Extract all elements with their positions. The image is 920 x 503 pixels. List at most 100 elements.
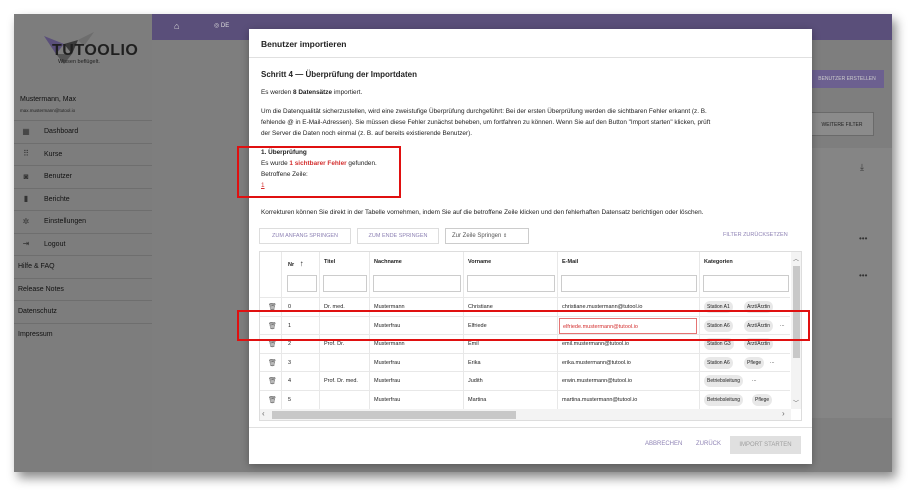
category-chip: Pflege [752,393,773,406]
more-icon[interactable]: ••• [859,271,867,280]
download-icon[interactable]: ⤓ [860,162,864,173]
cell-nachname: Mustermann [374,341,405,347]
highlight-box [237,310,810,341]
intro-line: fehlende @ in E-Mail-Adressen). Sie müss… [261,119,711,126]
sidebar-item-dashboard[interactable]: ▦ Dashboard [14,120,152,143]
trash-icon[interactable]: 🗑 [268,360,277,368]
dashboard-icon: ▦ [22,126,30,136]
highlight-box [237,146,401,198]
jump-to-row-placeholder: Zur Zeile Springen [452,233,502,239]
user-name: Mustermann, Max [20,96,77,103]
filter-input-nr[interactable] [287,275,317,292]
cell-nr: 5 [288,396,292,403]
sidebar-link-impressum[interactable]: Impressum [14,322,152,346]
sidebar-item-label: Einstellungen [44,218,87,226]
reset-filter-button[interactable]: FILTER ZURÜCKSETZEN [723,232,788,238]
cell-titel: Prof. Dr. med. [324,378,358,384]
category-chip: Pflege [744,356,765,369]
header-label: Nr [288,262,295,268]
column-header-email[interactable]: E-Mail [562,259,578,265]
column-header-nr[interactable]: Nr ↑ [288,259,304,268]
spinner-icon: ⇕ [503,233,508,239]
category-chip: Betriebsleitung [704,375,744,387]
correction-hint: Korrekturen können Sie direkt in der Tab… [261,209,704,216]
cell-vorname: Martina [468,396,487,403]
sidebar-item-logout[interactable]: ⇥ Logout [14,232,152,256]
chevron-left-icon[interactable]: ‹ [262,409,265,418]
step-title: Schritt 4 — Überprüfung der Importdaten [261,70,418,79]
sidebar-item-kurse[interactable]: ⠿ Kurse [14,142,152,166]
intro-line: der Server die Daten noch einmal (z. B. … [261,130,472,137]
cell-email: emil.mustermann@tutool.io [562,341,630,347]
cell-vorname: Emil [468,341,479,347]
cell-email: erika.mustermann@tutool.io [562,359,631,366]
filter-input-titel[interactable] [323,275,367,292]
arrow-up-icon: ↑ [299,259,304,268]
home-icon[interactable]: ⌂ [174,21,179,31]
table-row[interactable]: 🗑 4 Prof. Dr. med. Musterfrau Judith erw… [260,371,790,390]
grid-icon: ⠿ [23,149,29,159]
more-icon[interactable]: ••• [859,234,867,243]
dialog-title: Benutzer importieren [261,39,347,49]
divider [249,427,812,428]
jump-to-start-button[interactable]: ZUM ANFANG SPRINGEN [259,228,351,244]
sidebar-item-label: Logout [44,240,66,248]
cell-nr: 4 [288,378,292,384]
sidebar-item-einstellungen[interactable]: ✲ Einstellungen [14,210,152,233]
column-header-titel[interactable]: Titel [324,259,335,265]
table-row[interactable]: 🗑 5 Musterfrau Martina martina.musterman… [260,389,790,409]
column-header-kategorien[interactable]: Kategorien [704,259,733,265]
more-filters-button[interactable]: WEITERE FILTER [810,112,874,136]
cell-nachname: Musterfrau [374,396,401,403]
table-row[interactable]: 🗑 3 Musterfrau Erika erika.mustermann@tu… [260,352,790,372]
sidebar: TUTOOLIO Wissen beflügelt. Mustermann, M… [14,14,152,472]
back-button[interactable]: ZURÜCK [696,441,721,447]
trash-icon[interactable]: 🗑 [268,397,277,405]
import-count-text: Es werden 8 Datensätze importiert. [261,88,801,98]
user-email: max.mustermann@tutool.io [20,108,76,113]
import-count: 8 Datensätze [292,89,333,96]
sidebar-link-datenschutz[interactable]: Datenschutz [14,300,152,323]
background-panel [810,148,892,418]
cell-email: erwin.mustermann@tutool.io [562,378,633,384]
sidebar-item-benutzer[interactable]: ◙ Benutzer [14,165,152,188]
column-header-vorname[interactable]: Vorname [468,259,491,265]
chart-icon: ▮ [23,194,29,204]
user-icon: ◙ [23,171,29,181]
jump-to-row-select[interactable]: Zur Zeile Springen ⇕ [445,228,529,244]
category-chip: Betriebsleitung [704,393,744,406]
sidebar-item-label: Berichte [44,195,70,203]
sidebar-link-hilfe[interactable]: Hilfe & FAQ [14,255,152,278]
chevron-down-icon[interactable]: ﹀ [793,398,799,407]
filter-input-vorname[interactable] [467,275,555,292]
text-part: Es werden [261,89,293,96]
cell-nachname: Musterfrau [374,359,401,366]
divider [249,57,812,58]
intro-line: Um die Datenqualität sicherzustellen, wi… [261,108,707,115]
chevron-right-icon[interactable]: › [782,409,785,418]
start-import-button[interactable]: IMPORT STARTEN [730,436,801,454]
trash-icon[interactable]: 🗑 [268,341,277,349]
sidebar-item-label: Dashboard [44,128,79,136]
filter-input-email[interactable] [561,275,697,292]
chevron-up-icon[interactable]: ︿ [793,254,799,263]
create-user-button[interactable]: BENUTZER ERSTELLEN [810,70,884,88]
cell-titel: Prof. Dr. [324,341,345,347]
scroll-thumb[interactable] [272,411,516,419]
sidebar-item-label: Benutzer [44,173,73,181]
sidebar-link-release-notes[interactable]: Release Notes [14,277,152,301]
cancel-button[interactable]: ABBRECHEN [645,441,682,447]
globe-icon: ◎ [214,23,221,29]
filter-input-kategorien[interactable] [703,275,789,292]
jump-to-end-button[interactable]: ZUM ENDE SPRINGEN [357,228,439,244]
trash-icon[interactable]: 🗑 [268,378,277,386]
column-header-nachname[interactable]: Nachname [374,259,402,265]
gear-icon: ✲ [22,216,30,226]
language-selector[interactable]: ◎ DE [214,22,229,29]
sidebar-item-berichte[interactable]: ▮ Berichte [14,187,152,211]
horizontal-scrollbar[interactable]: ‹ › [260,409,791,420]
filter-input-nachname[interactable] [373,275,461,292]
more-chips: ... [770,358,775,365]
cell-email: martina.mustermann@tutool.io [562,396,638,403]
cell-vorname: Judith [468,378,483,384]
